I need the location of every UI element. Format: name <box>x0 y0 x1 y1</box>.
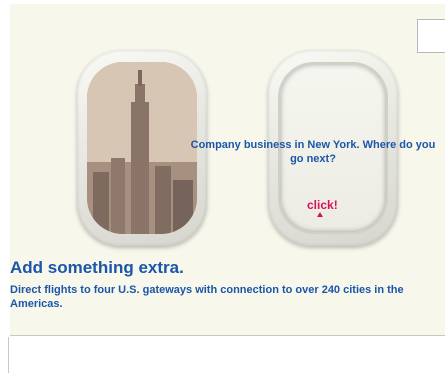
ad-tagline: Add something extra. <box>10 258 184 277</box>
divider-line <box>8 337 9 373</box>
click-button[interactable]: click! <box>307 198 338 212</box>
skyline-graphic <box>87 62 197 234</box>
new-york-skyline-image <box>87 62 197 234</box>
up-arrow-icon <box>317 212 323 217</box>
corner-box <box>417 19 445 53</box>
ad-headline: Company business in New York. Where do y… <box>190 139 436 165</box>
ad-body-copy: Direct flights to four U.S. gateways wit… <box>10 284 404 310</box>
page: Company business in New York. Where do y… <box>0 0 445 379</box>
ad-banner[interactable]: Company business in New York. Where do y… <box>10 4 445 336</box>
